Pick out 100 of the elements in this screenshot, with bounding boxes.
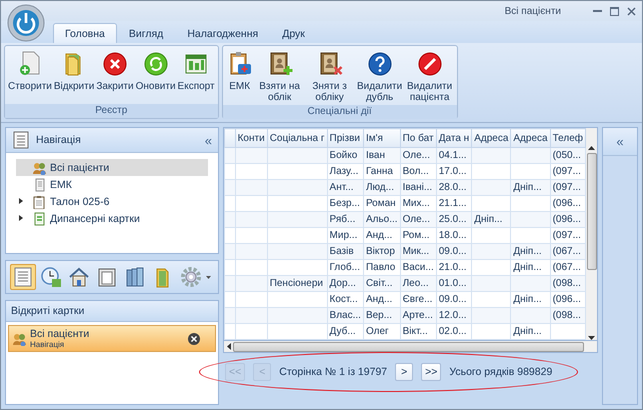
table-cell: Олег [363,324,400,340]
collapse-button[interactable]: « [204,132,212,148]
open-card[interactable]: Всі пацієнти Навігація [8,325,216,352]
close-circle-icon[interactable] [188,332,200,344]
collapse-button[interactable]: « [603,128,637,156]
table-cell: 02.0... [436,324,472,340]
toolbar-button[interactable] [178,264,204,290]
table-cell: Дніп... [510,180,550,196]
card-title: Всі пацієнти [30,328,90,340]
page-indicator: Сторінка № 1 із 19797 [279,366,388,378]
table-cell: Влас... [327,308,364,324]
table-cell: Віктор [363,244,400,260]
table-cell: Дніп... [510,324,550,340]
tree-item[interactable]: Талон 025-6 [16,193,208,210]
table-cell: Альо... [363,212,400,228]
next-page-button[interactable]: > [395,363,414,381]
ribbon-button[interactable]: ЕМК [224,48,255,94]
table-cell: Дуб... [327,324,364,340]
column-header[interactable]: Дата н [436,128,472,148]
column-header[interactable]: Прізви [327,128,364,148]
house-icon [68,266,90,288]
cross-circle-icon [100,50,129,78]
ribbon-tab[interactable]: Друк [270,23,317,43]
minimize-icon [593,10,602,12]
expand-arrow-icon [18,215,24,221]
table-cell: Люд... [363,180,400,196]
table-cell: Дніп... [510,244,550,260]
table-cell: Бойко [327,148,364,164]
close-icon [627,6,636,16]
column-header[interactable]: Конти [235,128,268,148]
ribbon-button[interactable]: Оновити [134,48,177,94]
table-cell: 12.0... [436,308,472,324]
ribbon-button[interactable]: Експорт [176,48,216,94]
table-cell: (067... [550,244,586,260]
table-cell: (096... [550,212,586,228]
ribbon-button[interactable]: Видалити пацієнта [404,48,455,105]
ribbon-tab[interactable]: Головна [53,23,117,43]
table-cell: Іван [363,148,400,164]
table-cell: 09.0... [436,244,472,260]
table-cell: Базів [327,244,364,260]
last-page-button[interactable]: >> [421,363,442,381]
help-circle-icon [366,50,394,78]
panel-title: Навігація [36,134,82,146]
table-cell: Арте... [400,308,436,324]
people-icon [32,160,46,174]
ribbon-tab[interactable]: Вигляд [116,23,176,43]
ribbon-button[interactable]: Взяти на облік [254,48,305,105]
clipboard-icon [32,194,46,208]
ribbon-button[interactable]: Закрити [95,48,135,94]
card-icon [32,212,46,226]
scroll-up-icon [588,146,595,150]
list-icon [12,266,34,288]
tree-item[interactable]: ЕМК [16,176,208,193]
table-cell: Івані... [400,180,436,196]
vertical-scrollbar[interactable] [586,128,597,340]
clock-calendar-icon [40,266,62,288]
dropdown-caret-icon [206,276,211,278]
ribbon-button[interactable]: Зняти з обліку [304,48,355,105]
people-icon [12,332,26,346]
panel-title: Відкриті картки [11,305,84,317]
ribbon-button[interactable]: Відкрити [52,48,96,94]
column-header[interactable]: Соціальна г [267,128,328,148]
toolbar-button[interactable] [10,264,36,290]
column-header[interactable]: Телеф [550,128,586,148]
ribbon-group-label: Реєстр [5,104,218,118]
table-cell: (097... [550,180,586,196]
table-cell: Дор... [327,276,364,292]
table-cell: Оле... [400,212,436,228]
table-cell: 28.0... [436,180,472,196]
ribbon-tab[interactable]: Налагодження [175,23,270,43]
table-cell: 04.1... [436,148,472,164]
table-cell: Вер... [363,308,400,324]
table-cell: Ант... [327,180,364,196]
ribbon-button[interactable]: Видалити дубль [354,48,405,105]
horizontal-scrollbar[interactable] [223,341,598,353]
table-cell: Вікт... [400,324,436,340]
no-entry-circle-icon [416,50,444,78]
tree-item[interactable]: Дипансерні картки [16,210,208,227]
table-cell: (050... [550,148,586,164]
table-cell: Мик... [400,244,436,260]
tree-item[interactable]: Всі пацієнти [16,159,208,176]
ribbon-button[interactable]: Створити [7,48,53,94]
power-logo-icon [7,4,45,42]
table-cell: Лео... [400,276,436,292]
column-header[interactable]: Ім'я [363,128,400,148]
table-cell: 01.0... [436,276,472,292]
table-cell: Дніп... [472,212,511,228]
gear-icon [180,266,202,288]
table-cell: (098... [550,276,586,292]
table-cell: 25.0... [436,212,472,228]
table-cell: Ряб... [327,212,364,228]
ribbon-group-label: Спеціальні дії [222,105,457,119]
column-header[interactable]: Адреса [472,128,511,148]
column-header[interactable]: По бат [400,128,436,148]
binders-icon [124,266,146,288]
table-cell: Оле... [400,148,436,164]
column-header[interactable]: Адреса [510,128,550,148]
maximize-icon [610,6,619,16]
list-icon [12,131,30,149]
total-rows-text: Усього рядків 989829 [449,366,552,378]
